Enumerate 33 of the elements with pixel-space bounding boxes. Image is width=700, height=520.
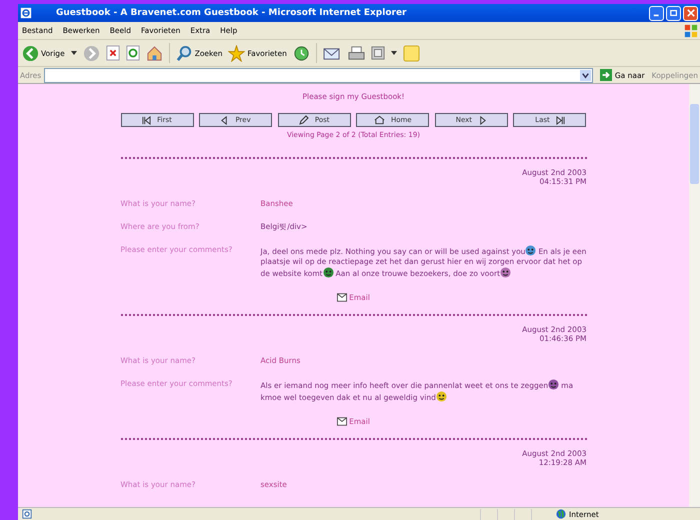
scrollbar[interactable]: [689, 84, 700, 507]
windows-logo-icon: [684, 24, 698, 38]
envelope-icon: [337, 293, 348, 302]
stop-icon[interactable]: [106, 45, 120, 61]
minimize-button[interactable]: [649, 6, 664, 20]
home-icon[interactable]: [146, 44, 163, 62]
maximize-button[interactable]: [666, 6, 681, 20]
mail-icon[interactable]: [322, 46, 342, 60]
home-icon: [374, 115, 385, 125]
envelope-icon: [337, 417, 348, 426]
page-icon: [22, 509, 32, 519]
first-page-icon: [142, 116, 152, 124]
previous-icon: [220, 116, 230, 124]
browser-icon: [20, 7, 32, 19]
history-icon[interactable]: [292, 44, 310, 62]
last-page-icon: [556, 116, 565, 124]
star-icon: [228, 44, 246, 62]
next-icon: [478, 116, 488, 124]
dropdown-arrow-icon[interactable]: [70, 51, 77, 55]
dropdown-arrow-icon[interactable]: [390, 51, 397, 55]
refresh-icon[interactable]: [126, 45, 140, 61]
window-icon[interactable]: [370, 46, 385, 60]
address-field[interactable]: [44, 68, 593, 82]
globe-icon: [556, 509, 566, 519]
close-button[interactable]: [683, 6, 698, 20]
close-icon: [686, 9, 694, 17]
window-title: Guestbook - A Bravenet.com Guestbook - Microsoft Internet Explorer: [56, 8, 408, 18]
pencil-icon: [298, 115, 309, 125]
go-arrow-icon: [600, 69, 612, 81]
maximize-icon: [670, 9, 678, 17]
search-icon: [176, 44, 193, 62]
print-icon[interactable]: [348, 44, 365, 62]
dropdown-arrow-icon[interactable]: [580, 70, 591, 80]
